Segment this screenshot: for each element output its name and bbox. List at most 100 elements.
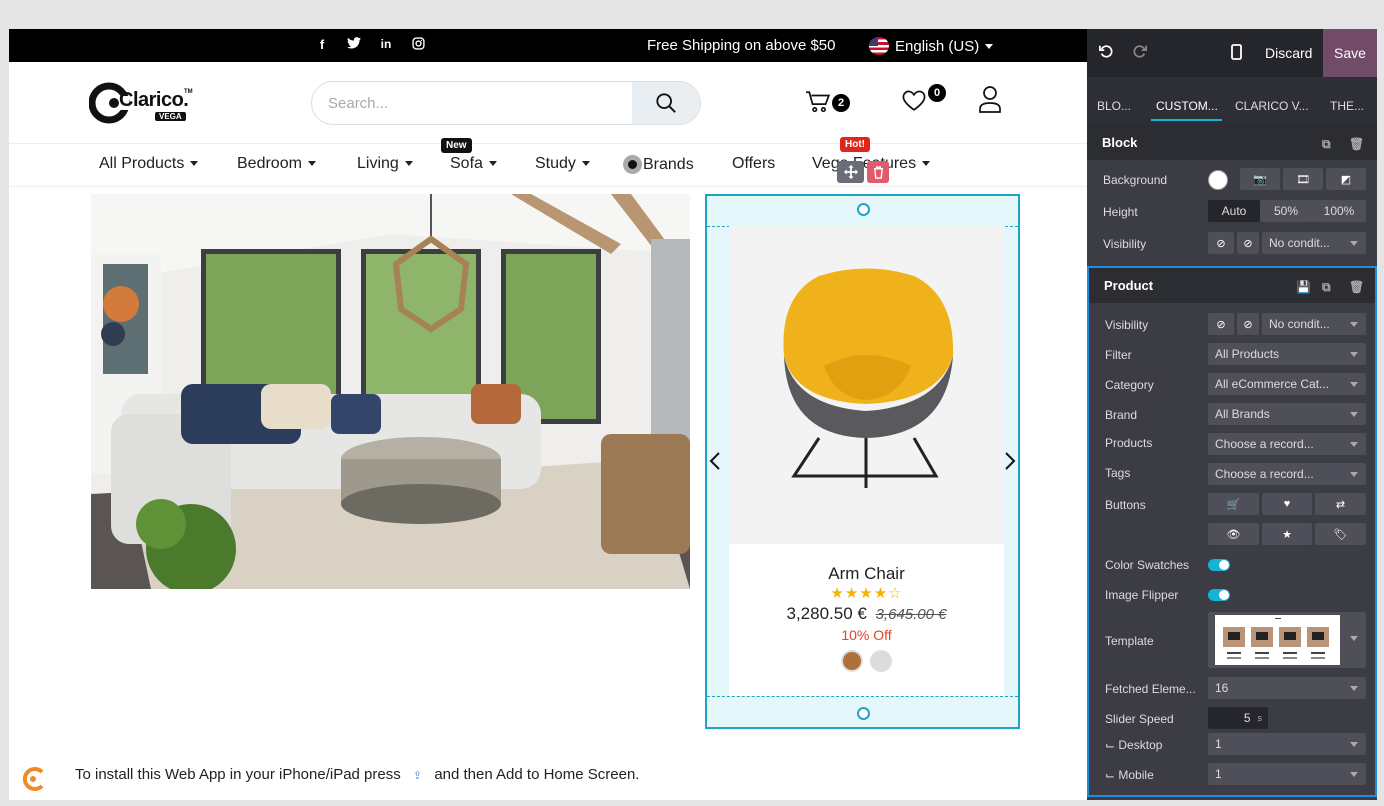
height-label: Height	[1103, 205, 1138, 219]
mobile-label: ⌙ Mobile	[1105, 768, 1154, 782]
active-tab-indicator	[1151, 119, 1222, 121]
filter-label: Filter	[1105, 348, 1132, 362]
language-selector[interactable]: English (US)	[869, 37, 994, 55]
desktop-hidden-icon[interactable]: ⊘	[1208, 313, 1234, 335]
twitter-icon[interactable]	[346, 37, 362, 52]
search-input[interactable]	[312, 82, 632, 124]
tab-theme[interactable]: THE...	[1330, 99, 1364, 113]
nav-item-offers[interactable]: Offers	[732, 155, 775, 173]
nav-item-bedroom[interactable]: Bedroom	[237, 155, 316, 173]
chevron-down-icon	[190, 161, 199, 167]
mobile-hidden-icon[interactable]: ⊘	[1237, 313, 1259, 335]
color-swatch-grey[interactable]	[870, 650, 892, 672]
tags-label: Tags	[1105, 466, 1131, 480]
shape-icon[interactable]: ◩	[1326, 168, 1366, 190]
category-select[interactable]: All eCommerce Cat...	[1208, 373, 1366, 395]
height-auto-button[interactable]: Auto	[1208, 200, 1260, 222]
image-flipper-toggle[interactable]	[1208, 589, 1230, 601]
discard-button[interactable]: Discard	[1265, 45, 1312, 61]
desktop-items-select[interactable]: 1	[1208, 733, 1366, 755]
delete-handle-icon[interactable]	[867, 161, 889, 183]
product-name[interactable]: Arm Chair	[729, 564, 1004, 584]
mobile-hidden-icon[interactable]: ⊘	[1237, 232, 1259, 254]
redo-icon[interactable]	[1133, 44, 1147, 61]
tab-blocks[interactable]: BLO...	[1097, 99, 1131, 113]
category-label: Category	[1105, 378, 1154, 392]
heart-icon	[902, 90, 926, 111]
height-100-button[interactable]: 100%	[1312, 200, 1366, 222]
chevron-down-icon	[488, 161, 497, 167]
visibility-label: Visibility	[1103, 237, 1147, 251]
brand-select[interactable]: All Brands	[1208, 403, 1366, 425]
undo-icon[interactable]	[1099, 44, 1113, 61]
slider-speed-label: Slider Speed	[1105, 712, 1174, 726]
wishlist-toggle-icon[interactable]: ♥	[1262, 493, 1312, 515]
mobile-preview-icon[interactable]	[1231, 44, 1242, 63]
trash-icon[interactable]: 🗑	[1349, 137, 1364, 151]
user-icon	[979, 86, 1001, 113]
background-label: Background	[1103, 173, 1168, 187]
desktop-hidden-icon[interactable]: ⊘	[1208, 232, 1234, 254]
nav-item-sofa[interactable]: Sofa	[450, 155, 497, 173]
tab-customize[interactable]: CUSTOM...	[1156, 99, 1218, 113]
clone-icon[interactable]: ⧉	[1322, 280, 1331, 295]
video-icon[interactable]: 🎞	[1283, 168, 1323, 190]
nav-item-living[interactable]: Living	[357, 155, 413, 173]
products-select[interactable]: Choose a record...	[1208, 433, 1366, 455]
tag-toggle-icon[interactable]: 🏷	[1315, 523, 1366, 545]
block-title: Block	[1102, 135, 1138, 150]
template-select[interactable]	[1208, 612, 1366, 668]
install-banner: To install this Web App in your iPhone/i…	[75, 766, 639, 783]
cart-toggle-icon[interactable]: 🛒	[1208, 493, 1259, 515]
color-swatches-toggle[interactable]	[1208, 559, 1230, 571]
slider-speed-value: 5	[1243, 711, 1251, 725]
move-handle-icon[interactable]	[837, 161, 864, 183]
resize-handle-bottom[interactable]	[857, 707, 870, 720]
filter-select[interactable]: All Products	[1208, 343, 1366, 365]
tab-clarico-vega[interactable]: CLARICO V...	[1235, 99, 1309, 113]
shipping-notice: Free Shipping on above $50	[647, 37, 836, 54]
color-swatch-brown[interactable]	[841, 650, 863, 672]
product-image[interactable]	[729, 226, 1004, 544]
cart-button[interactable]: 2	[805, 89, 850, 120]
nav-item-study[interactable]: Study	[535, 155, 590, 173]
nav-item-all-products[interactable]: All Products	[99, 155, 199, 173]
account-button[interactable]	[978, 85, 1002, 118]
trash-icon[interactable]: 🗑	[1349, 280, 1364, 294]
editor-panel: Discard Save BLO... CUSTOM... CLARICO V.…	[1087, 29, 1377, 800]
instagram-icon[interactable]	[410, 37, 426, 53]
chevron-down-icon	[307, 161, 316, 167]
product-card[interactable]: Arm Chair ★★★★☆ 3,280.50 € 3,645.00 € 10…	[729, 226, 1004, 696]
chevron-left-icon[interactable]	[709, 451, 721, 477]
mobile-items-select[interactable]: 1	[1208, 763, 1366, 785]
resize-handle-top[interactable]	[857, 203, 870, 216]
facebook-icon[interactable]: f	[314, 37, 330, 52]
wishlist-button[interactable]: 0	[901, 84, 946, 118]
quickview-toggle-icon[interactable]: 👁	[1208, 523, 1259, 545]
fetched-elements-select[interactable]: 16	[1208, 677, 1366, 699]
save-button[interactable]: Save	[1323, 29, 1377, 77]
product-snippet[interactable]: Arm Chair ★★★★☆ 3,280.50 € 3,645.00 € 10…	[705, 194, 1020, 729]
cart-count-badge: 2	[832, 94, 850, 112]
hero-image	[91, 194, 690, 589]
block-visibility-select[interactable]: No condit...	[1262, 232, 1366, 254]
logo[interactable]: Clarico. TM VEGA	[88, 79, 194, 127]
color-picker-icon[interactable]	[1208, 170, 1228, 190]
chevron-right-icon[interactable]	[1004, 451, 1016, 477]
product-visibility-select[interactable]: No condit...	[1262, 313, 1366, 335]
save-snippet-icon[interactable]: 💾	[1296, 280, 1311, 294]
logo-sub: VEGA	[155, 112, 186, 121]
compare-toggle-icon[interactable]: ⇄	[1315, 493, 1366, 515]
nav-item-brands[interactable]: Brands	[623, 155, 694, 174]
clarico-app-icon	[20, 764, 48, 794]
height-50-button[interactable]: 50%	[1260, 200, 1312, 222]
linkedin-icon[interactable]: in	[378, 37, 394, 51]
clone-icon[interactable]: ⧉	[1322, 137, 1331, 152]
rating-toggle-icon[interactable]: ★	[1262, 523, 1312, 545]
chevron-down-icon	[985, 43, 994, 49]
camera-icon[interactable]: 📷	[1240, 168, 1280, 190]
search-button[interactable]	[632, 82, 700, 124]
chevron-down-icon	[404, 161, 413, 167]
tags-select[interactable]: Choose a record...	[1208, 463, 1366, 485]
slider-speed-input[interactable]: 5 s	[1208, 707, 1268, 729]
